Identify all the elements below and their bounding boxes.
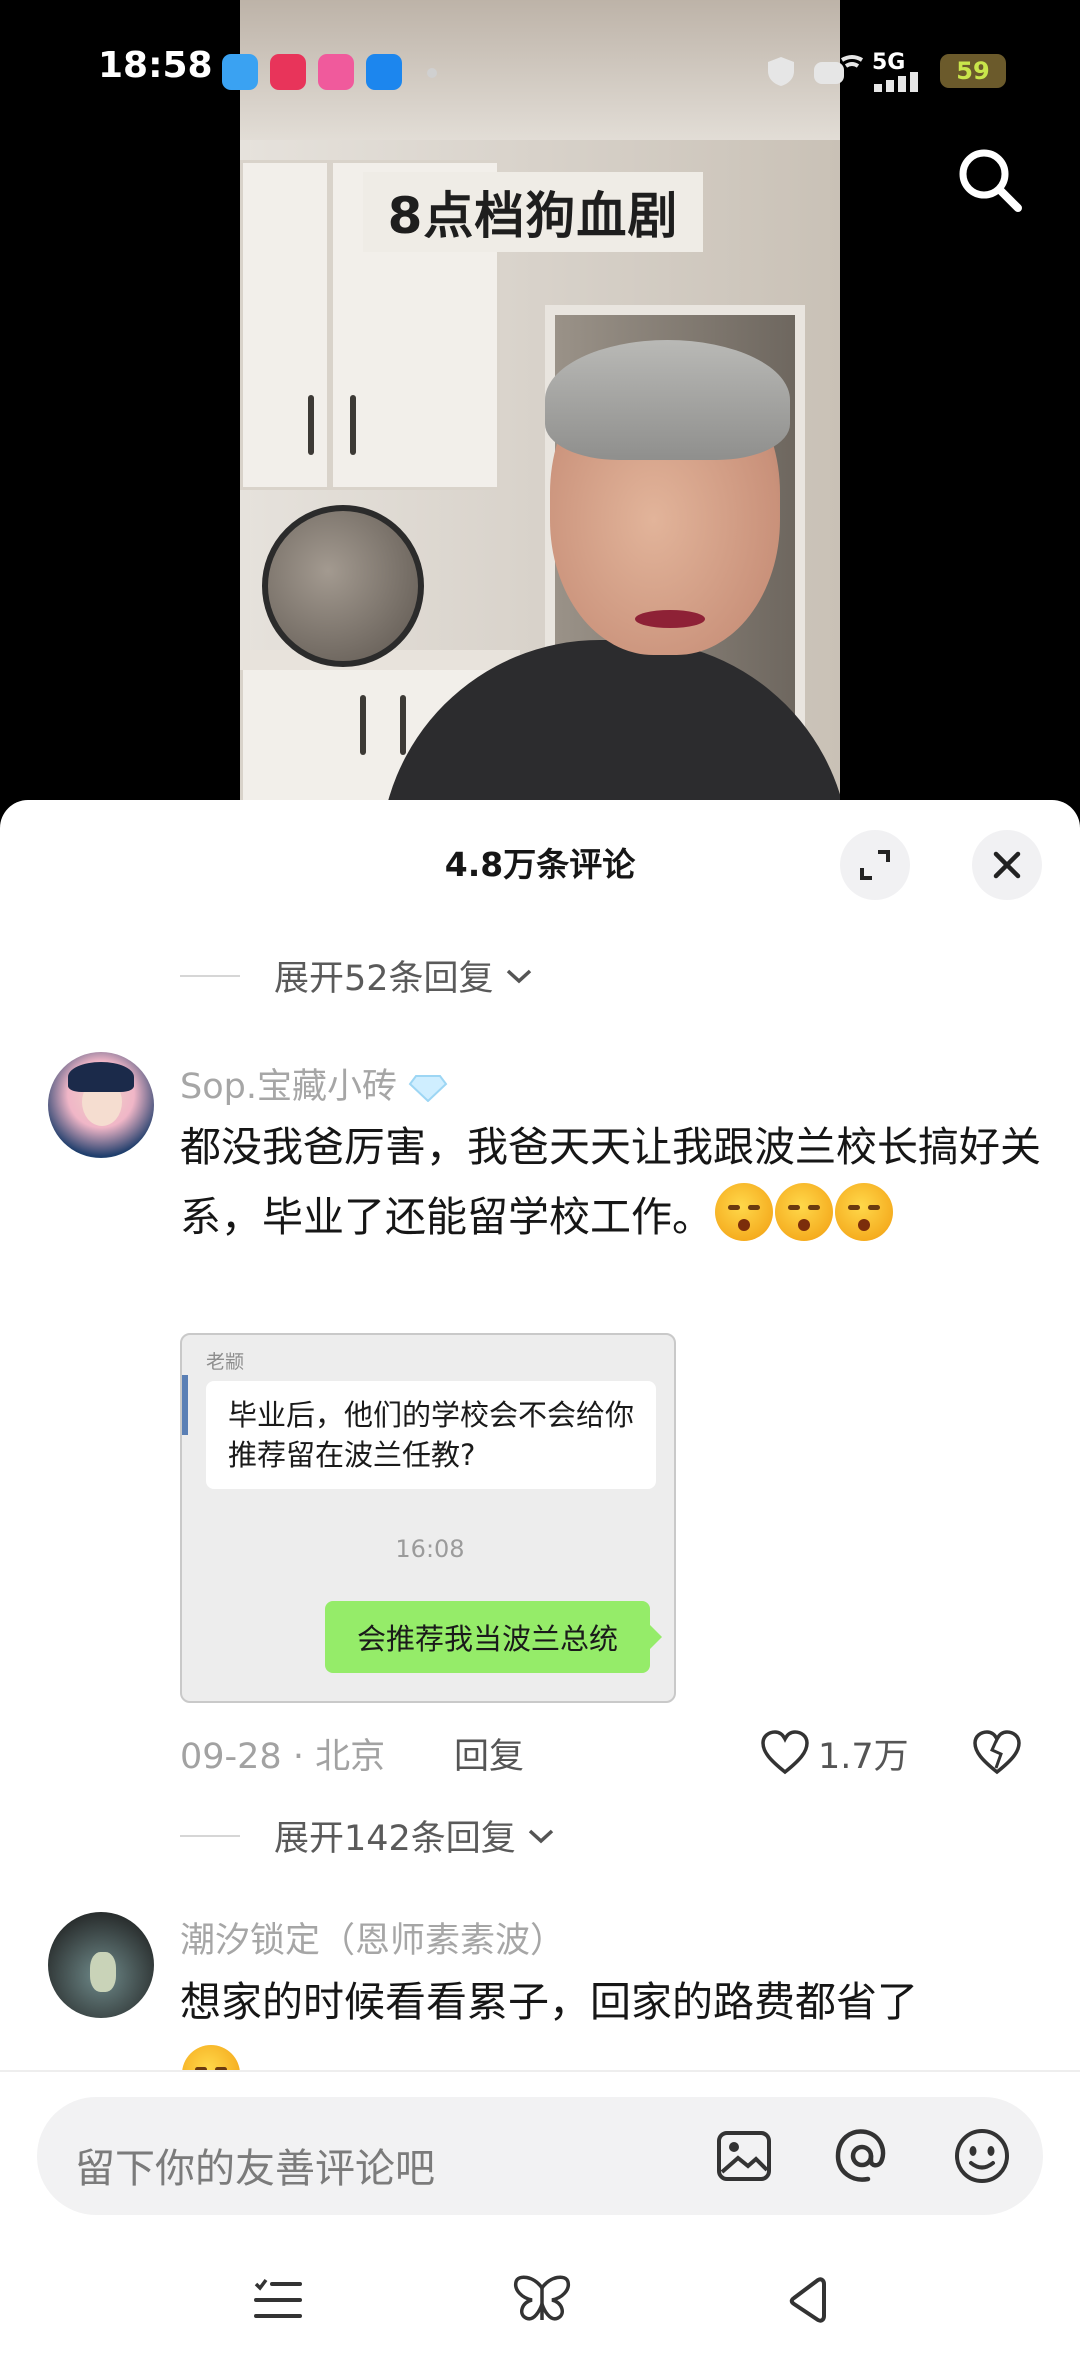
close-button[interactable] [972,830,1042,900]
video-person-hair [545,340,790,460]
chevron-down-icon [506,969,531,983]
expand-replies-label: 展开142条回复 [274,1819,516,1859]
weather-app-icon [222,54,258,90]
emoji-icon [775,1183,833,1241]
emoji-icon [715,1183,773,1241]
divider-line [180,974,240,977]
camera-app-icon [318,54,354,90]
fullscreen-button[interactable] [840,830,910,900]
signal-icon [874,72,918,92]
comment-text: 想家的时候看看累子，回家的路费都省了 [180,1978,918,2026]
menu-icon[interactable] [248,2270,308,2330]
cabinet-handle [308,395,314,455]
shield-icon [768,57,794,86]
expand-replies-button[interactable]: 展开52条回复 [180,950,534,1001]
comments-sheet: 4.8万条评论 展开52条回复 Sop.宝藏小砖 都没我爸厉害，我爸天天让我跟波… [0,800,1080,2373]
comment-input-placeholder[interactable]: 留下你的友善评论吧 [75,2136,435,2194]
divider-line [180,1834,240,1837]
status-time: 18:58 [98,45,213,86]
diamond-icon [408,1071,448,1103]
comment-username[interactable]: 潮汐锁定（恩师素素波） [180,1912,565,1963]
image-icon[interactable] [714,2126,774,2186]
emoji-picker-icon[interactable] [952,2126,1012,2186]
battery-indicator: 59 [940,54,1006,88]
browser-app-icon [366,54,402,90]
comment-image[interactable]: 老颛 毕业后，他们的学校会不会给你推荐留在波兰任教? 16:08 会推荐我当波兰… [180,1333,676,1703]
status-more-dot [427,68,437,78]
video-cabinet [240,160,330,490]
chat-timestamp: 16:08 [395,1535,465,1563]
cabinet-handle [400,695,406,755]
cabinet-handle [350,395,356,455]
comment-username[interactable]: Sop.宝藏小砖 [180,1058,448,1109]
avatar[interactable] [48,1052,154,1158]
comments-title: 4.8万条评论 [444,845,636,884]
at-mention-icon[interactable] [832,2126,892,2186]
heart-icon[interactable] [760,1730,810,1776]
expand-icon [860,850,890,880]
wifi-icon [814,55,864,84]
music-app-icon [270,54,306,90]
divider [0,2070,1080,2072]
chat-sender-name: 老颛 [206,1351,245,1373]
cabinet-handle [360,695,366,755]
emoji-icon [835,1183,893,1241]
expand-replies-label: 展开52条回复 [274,959,494,999]
expand-replies-button[interactable]: 展开142条回复 [180,1810,556,1861]
home-butterfly-icon[interactable] [512,2270,572,2330]
search-icon[interactable] [955,145,1025,215]
reply-button[interactable]: 回复 [454,1728,524,1779]
video-player[interactable]: 8点档狗血剧 [0,0,1080,800]
comment-date-location: 09-28 · 北京 [180,1737,386,1777]
close-icon [993,851,1021,879]
video-person-lips [635,610,705,628]
video-caption: 8点档狗血剧 [363,172,703,252]
back-icon[interactable] [776,2270,836,2330]
video-mirror [262,505,424,667]
avatar[interactable] [48,1912,154,2018]
video-frame[interactable] [240,0,840,800]
like-count: 1.7万 [818,1737,909,1777]
chat-message-received: 毕业后，他们的学校会不会给你推荐留在波兰任教? [206,1381,656,1489]
chat-message-sent: 会推荐我当波兰总统 [325,1601,662,1673]
chevron-down-icon [528,1829,553,1843]
comment-text: 都没我爸厉害，我爸天天让我跟波兰校长搞好关系，毕业了还能留学校工作。 [180,1123,1041,1241]
chat-avatar-edge [182,1375,188,1435]
dislike-icon[interactable] [972,1730,1022,1776]
